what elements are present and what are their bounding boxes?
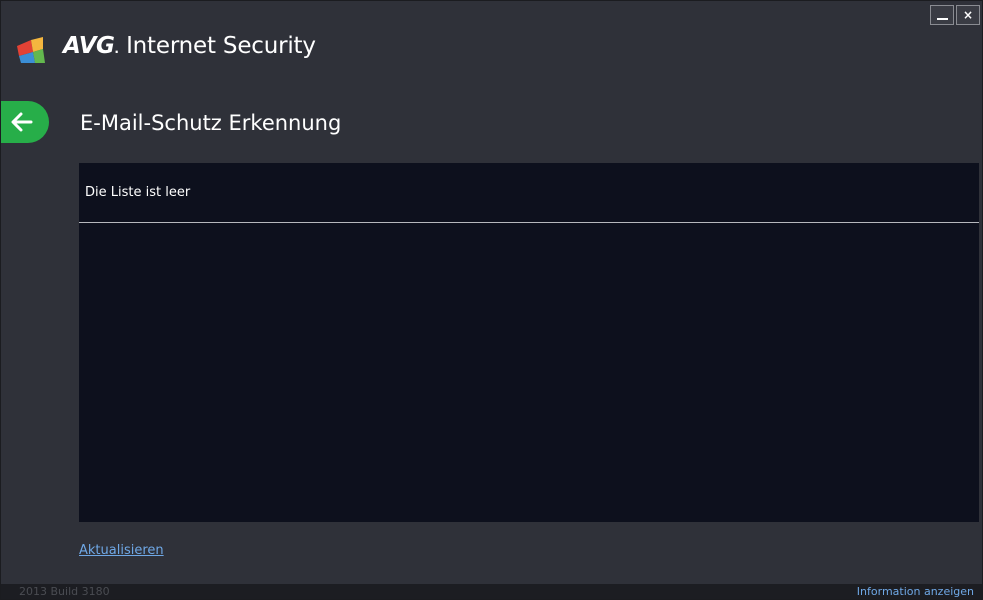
refresh-link[interactable]: Aktualisieren xyxy=(79,543,164,558)
close-icon: × xyxy=(962,8,974,22)
minimize-icon xyxy=(936,18,948,20)
back-button[interactable] xyxy=(1,101,49,143)
brand-product: Internet Security xyxy=(118,33,316,59)
window-controls: × xyxy=(930,5,980,25)
show-information-link[interactable]: Information anzeigen xyxy=(857,584,974,599)
brand-avg: AVG xyxy=(63,33,115,59)
avg-logo-icon xyxy=(17,37,45,63)
list-header: Die Liste ist leer xyxy=(79,163,979,223)
app-title: AVG. Internet Security xyxy=(63,33,316,59)
page-title: E-Mail-Schutz Erkennung xyxy=(80,111,342,135)
arrow-left-icon xyxy=(11,112,33,132)
app-window: AVG. Internet Security × E-Mail-Schutz E… xyxy=(0,0,983,600)
build-version: 2013 Build 3180 xyxy=(19,585,110,598)
detection-list[interactable]: Die Liste ist leer xyxy=(79,163,979,522)
empty-list-message: Die Liste ist leer xyxy=(85,185,191,200)
status-bar: 2013 Build 3180 Information anzeigen xyxy=(1,584,982,599)
minimize-button[interactable] xyxy=(930,5,954,25)
close-button[interactable]: × xyxy=(956,5,980,25)
